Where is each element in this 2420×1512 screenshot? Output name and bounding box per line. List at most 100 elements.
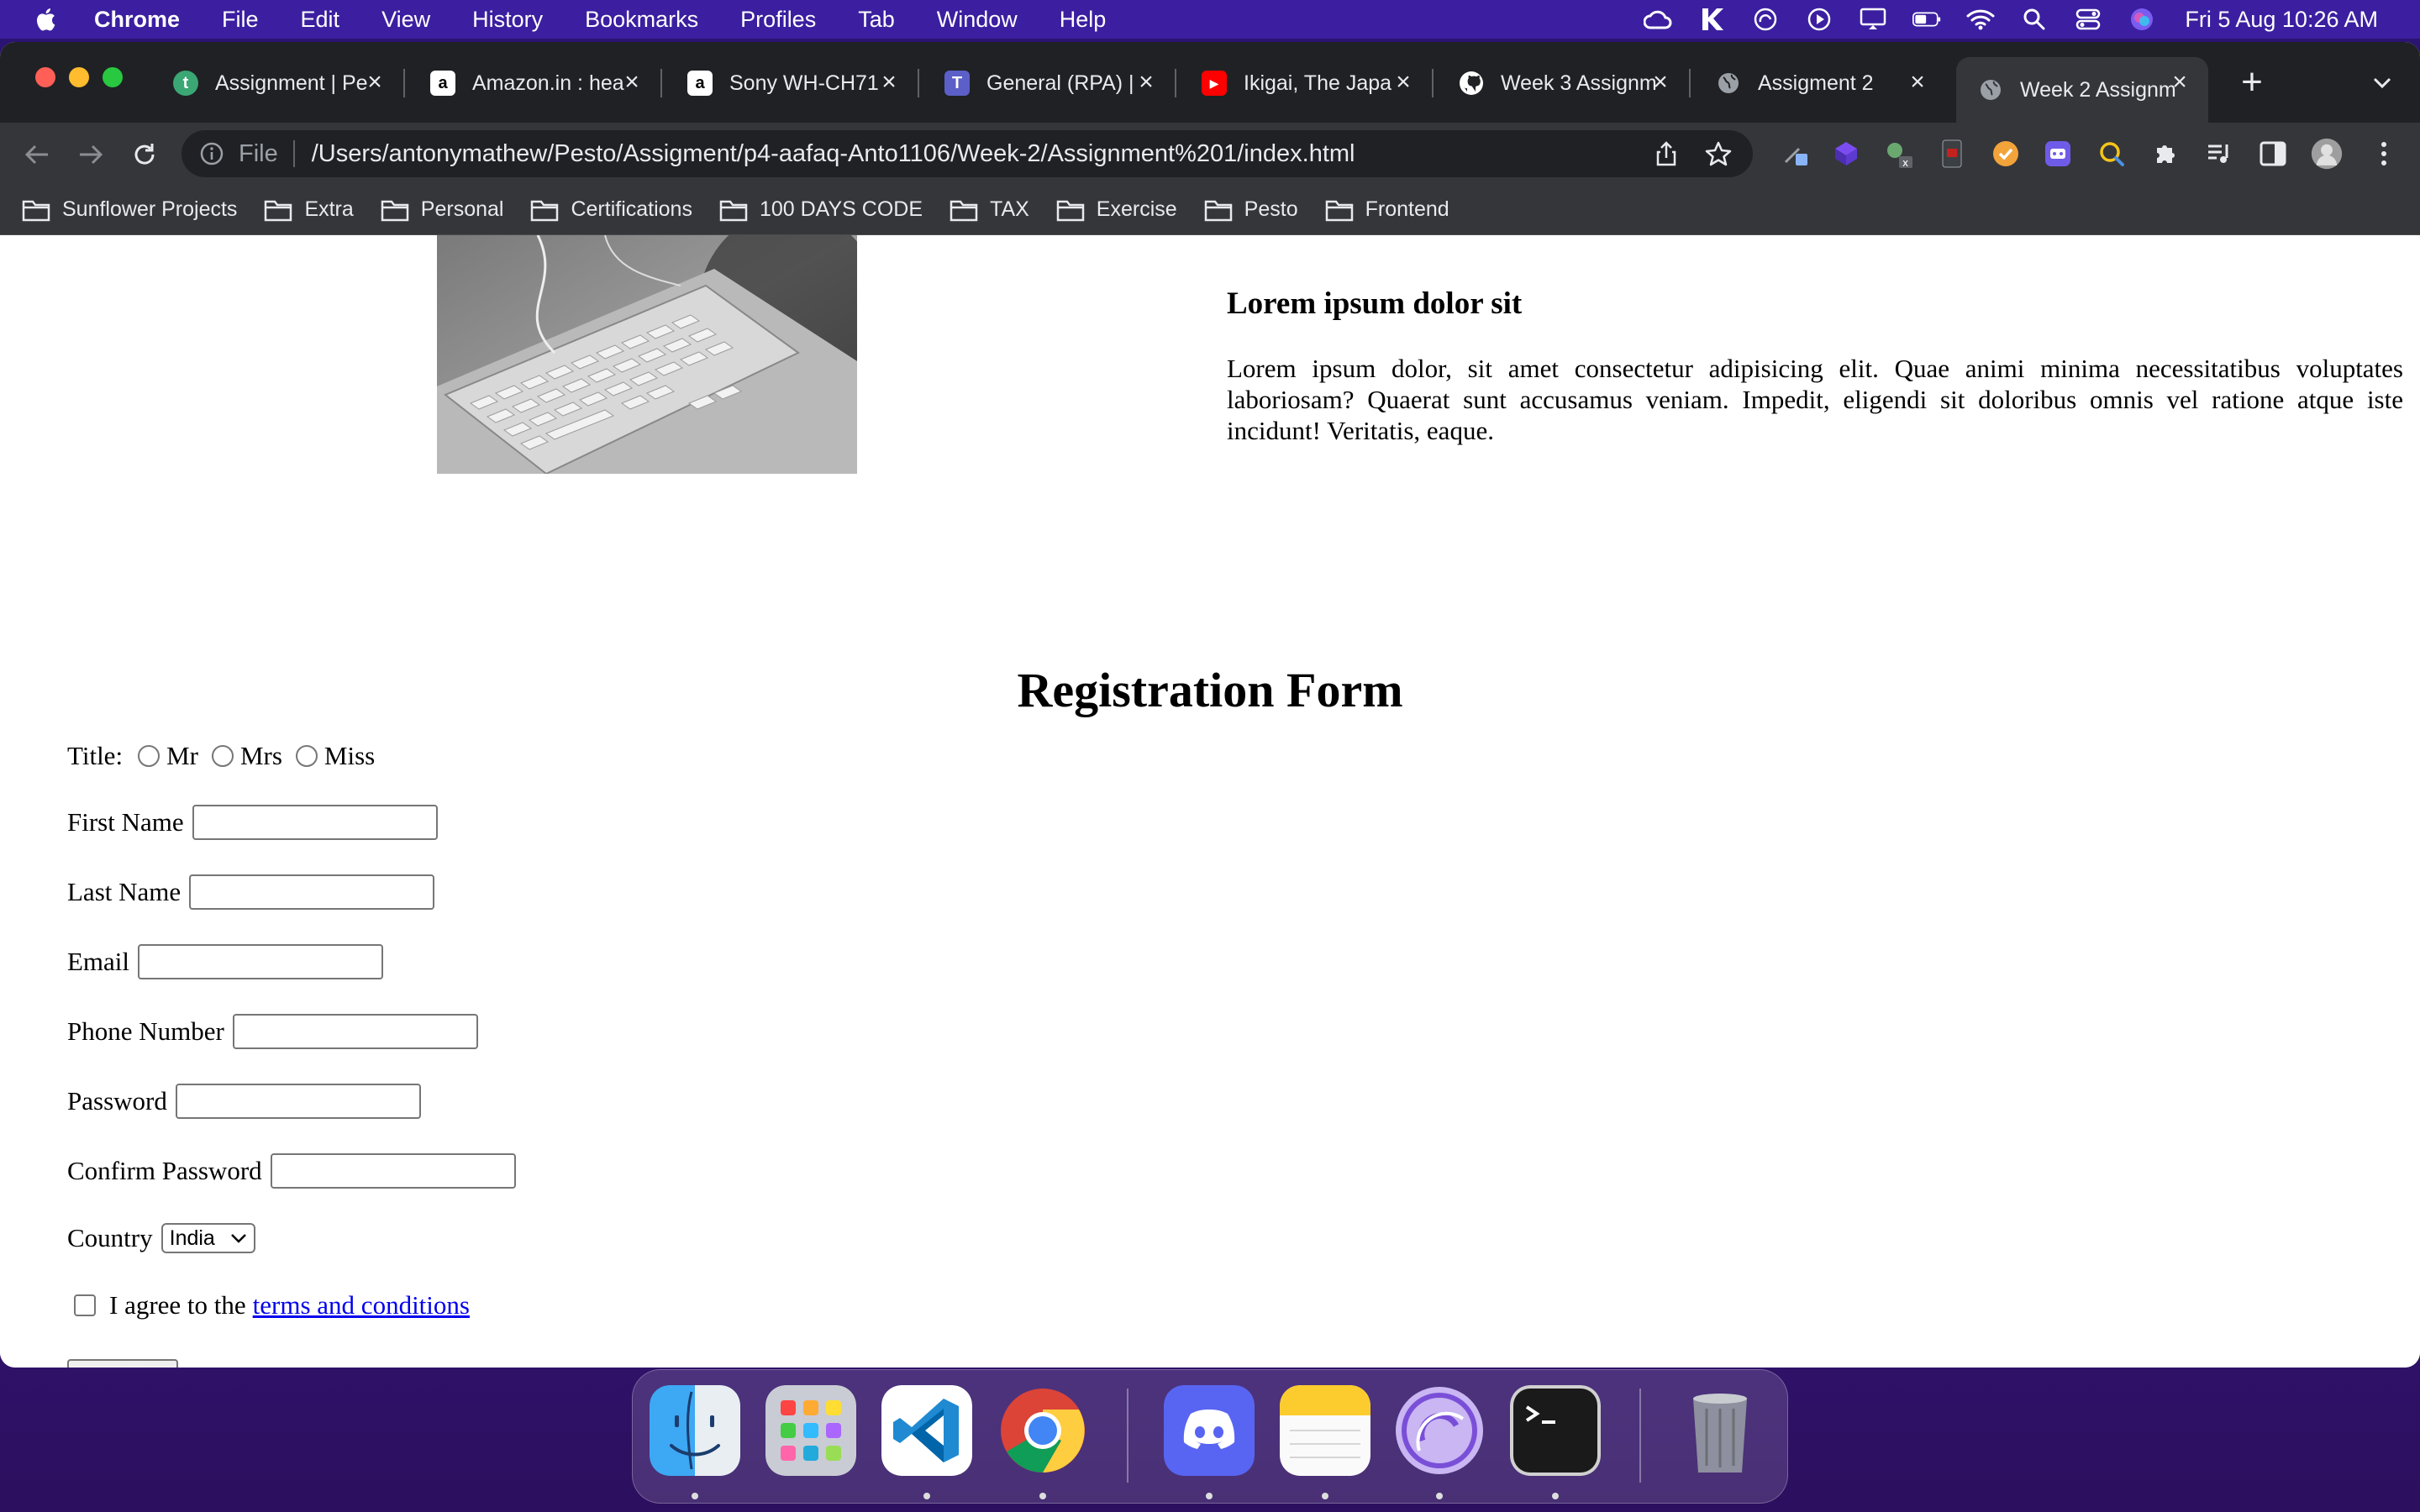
- media-control-icon[interactable]: [2203, 138, 2235, 170]
- spotlight-search-icon[interactable]: [2020, 7, 2049, 32]
- last-name-input[interactable]: [189, 874, 435, 910]
- radio-miss[interactable]: [295, 745, 318, 767]
- bookmark-folder-extra[interactable]: Extra: [264, 197, 354, 222]
- k-app-icon[interactable]: [1697, 7, 1726, 32]
- discord-icon[interactable]: [1164, 1385, 1255, 1476]
- menu-tab[interactable]: Tab: [858, 7, 895, 33]
- menu-history[interactable]: History: [472, 7, 543, 33]
- new-tab-plus-icon[interactable]: +: [2235, 64, 2269, 101]
- apple-icon[interactable]: [32, 5, 57, 34]
- cube-extension-icon[interactable]: [1830, 138, 1862, 170]
- tab-amazon[interactable]: a Amazon.in : hea ×: [408, 57, 662, 109]
- eyedropper-extension-icon[interactable]: [1780, 138, 1812, 170]
- creative-cloud-icon[interactable]: [1644, 7, 1672, 32]
- radio-mrs[interactable]: [211, 745, 234, 767]
- tab-youtube-ikigai[interactable]: ▶ Ikigai, The Japa ×: [1180, 57, 1434, 109]
- launchpad-icon[interactable]: [765, 1385, 856, 1476]
- radio-mr[interactable]: [138, 745, 160, 767]
- wifi-icon[interactable]: [1966, 7, 1995, 32]
- phone-input[interactable]: [232, 1014, 478, 1049]
- siri-icon[interactable]: [2128, 7, 2156, 32]
- menu-profiles[interactable]: Profiles: [740, 7, 816, 33]
- terminal-icon[interactable]: [1510, 1385, 1601, 1476]
- tab-close-icon[interactable]: ×: [618, 69, 645, 96]
- country-label: Country: [67, 1223, 153, 1252]
- battery-icon[interactable]: [1912, 7, 1941, 32]
- share-icon[interactable]: [1654, 140, 1679, 167]
- bookmark-folder-exercise[interactable]: Exercise: [1056, 197, 1177, 222]
- menu-help[interactable]: Help: [1060, 7, 1107, 33]
- tab-search-chevron-icon[interactable]: [2368, 71, 2396, 96]
- menu-bar-clock[interactable]: Fri 5 Aug 10:26 AM: [2185, 7, 2378, 33]
- back-arrow-icon[interactable]: [20, 138, 54, 171]
- tab-close-icon[interactable]: ×: [361, 69, 388, 96]
- radio-mrs-label[interactable]: Mrs: [240, 741, 282, 771]
- bookmark-folder-sunflower-projects[interactable]: Sunflower Projects: [22, 197, 237, 222]
- chrome-menu-kebab-icon[interactable]: [2368, 138, 2400, 170]
- bookmark-folder-certifications[interactable]: Certifications: [530, 197, 692, 222]
- bittorrent-icon[interactable]: [1394, 1385, 1485, 1476]
- clockify-extension-icon[interactable]: [1990, 138, 2022, 170]
- reload-icon[interactable]: [128, 138, 161, 171]
- menu-file[interactable]: File: [222, 7, 259, 33]
- radio-miss-label[interactable]: Miss: [324, 741, 375, 771]
- bookmark-folder-frontend[interactable]: Frontend: [1325, 197, 1449, 222]
- bittorrent-status-icon[interactable]: [1751, 7, 1780, 32]
- page-viewport[interactable]: Lorem ipsum dolor sit Lorem ipsum dolor,…: [0, 235, 2420, 1368]
- email-input[interactable]: [138, 944, 384, 979]
- url-text[interactable]: /Users/antonymathew/Pesto/Assigment/p4-a…: [312, 140, 1355, 168]
- trash-icon[interactable]: [1675, 1385, 1765, 1476]
- terms-link[interactable]: terms and conditions: [253, 1290, 470, 1320]
- bookmark-star-icon[interactable]: [1704, 140, 1733, 167]
- tab-assignment-2[interactable]: Assigment 2 ×: [1694, 57, 1946, 109]
- finder-icon[interactable]: [650, 1385, 740, 1476]
- tab-close-icon[interactable]: ×: [876, 69, 902, 96]
- forward-arrow-icon[interactable]: [74, 138, 108, 171]
- bookmark-folder-100-days-code[interactable]: 100 DAYS CODE: [719, 197, 923, 222]
- screen-mirroring-icon[interactable]: [1859, 7, 1887, 32]
- tab-github-week3[interactable]: Week 3 Assignm ×: [1437, 57, 1691, 109]
- window-zoom-button[interactable]: [103, 67, 123, 87]
- tab-close-icon[interactable]: ×: [1904, 69, 1931, 96]
- window-minimize-button[interactable]: [69, 67, 89, 87]
- pdf-extension-icon[interactable]: [1936, 138, 1968, 170]
- chrome-icon[interactable]: [997, 1385, 1088, 1476]
- bookmark-folder-personal[interactable]: Personal: [381, 197, 503, 222]
- side-panel-icon[interactable]: [2257, 138, 2289, 170]
- radio-mr-label[interactable]: Mr: [166, 741, 198, 771]
- terms-checkbox[interactable]: [74, 1294, 96, 1316]
- running-indicator: [692, 1493, 698, 1499]
- notes-icon[interactable]: [1280, 1385, 1370, 1476]
- menu-bookmarks[interactable]: Bookmarks: [585, 7, 698, 33]
- tab-close-icon[interactable]: ×: [2166, 69, 2193, 96]
- bookmark-folder-pesto[interactable]: Pesto: [1204, 197, 1298, 222]
- extensions-puzzle-icon[interactable]: [2149, 138, 2181, 170]
- address-bar[interactable]: File /Users/antonymathew/Pesto/Assigment…: [182, 130, 1753, 177]
- profile-avatar[interactable]: [2311, 138, 2343, 170]
- play-icon[interactable]: [1805, 7, 1833, 32]
- control-center-icon[interactable]: [2074, 7, 2102, 32]
- tab-teams-general[interactable]: T General (RPA) | ×: [923, 57, 1176, 109]
- bookmark-folder-tax[interactable]: TAX: [950, 197, 1029, 222]
- menu-view[interactable]: View: [381, 7, 430, 33]
- search-extension-icon[interactable]: [2096, 138, 2128, 170]
- google-keep-extension-icon[interactable]: x: [1882, 138, 1914, 170]
- tab-close-icon[interactable]: ×: [1647, 69, 1674, 96]
- tab-close-icon[interactable]: ×: [1133, 69, 1160, 96]
- sign-up-button[interactable]: Sign Up: [67, 1359, 179, 1368]
- menu-window[interactable]: Window: [937, 7, 1018, 33]
- tab-assignment-pesto[interactable]: t Assignment | Pe ×: [151, 57, 405, 109]
- confirm-password-input[interactable]: [270, 1153, 516, 1189]
- menu-edit[interactable]: Edit: [301, 7, 340, 33]
- country-select[interactable]: India: [160, 1223, 255, 1253]
- tab-week2-assignment-active[interactable]: Week 2 Assignm ×: [1956, 57, 2208, 123]
- tab-sony[interactable]: a Sony WH-CH71 ×: [666, 57, 919, 109]
- first-name-input[interactable]: [192, 805, 438, 840]
- menu-app-name[interactable]: Chrome: [94, 7, 180, 33]
- tab-close-icon[interactable]: ×: [1390, 69, 1417, 96]
- robot-extension-icon[interactable]: [2042, 138, 2074, 170]
- info-icon[interactable]: [200, 142, 224, 165]
- window-close-button[interactable]: [35, 67, 55, 87]
- password-input[interactable]: [175, 1084, 421, 1119]
- vscode-icon[interactable]: [881, 1385, 972, 1476]
